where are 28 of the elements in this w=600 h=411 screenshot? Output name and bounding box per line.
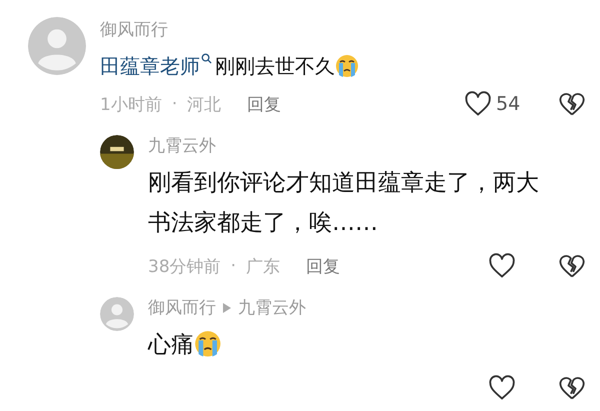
separator-dot: · bbox=[172, 94, 178, 114]
broken-heart-icon[interactable] bbox=[558, 252, 586, 280]
heart-icon[interactable] bbox=[488, 252, 516, 280]
comment-time: 38分钟前 bbox=[148, 256, 221, 278]
mention-link[interactable]: 田蕴章老师 bbox=[100, 54, 200, 78]
separator-dot: · bbox=[230, 256, 236, 276]
reply-link[interactable]: 回复 bbox=[247, 92, 282, 116]
user-name[interactable]: 御风而行 bbox=[148, 295, 216, 321]
broken-heart-icon[interactable] bbox=[558, 90, 586, 118]
heart-icon[interactable] bbox=[464, 90, 492, 118]
comment-time: 1小时前 bbox=[100, 94, 162, 116]
crying-face-icon bbox=[335, 54, 359, 78]
heart-icon[interactable] bbox=[488, 374, 516, 402]
broken-heart-icon[interactable] bbox=[558, 374, 586, 402]
play-arrow-icon bbox=[222, 302, 232, 314]
search-icon bbox=[201, 53, 212, 64]
comment-location: 广东 bbox=[246, 256, 280, 278]
comment-text: 心痛 bbox=[148, 332, 194, 358]
crying-face-icon bbox=[194, 330, 222, 358]
user-name[interactable]: 九霄云外 bbox=[148, 133, 216, 159]
comment-text: 刚刚去世不久 bbox=[215, 54, 335, 78]
user-name[interactable]: 御风而行 bbox=[100, 17, 168, 43]
avatar-photo[interactable] bbox=[100, 135, 134, 169]
reply-link[interactable]: 回复 bbox=[306, 254, 340, 278]
comment-text: 刚看到你评论才知道田蕴章走了，两大书法家都走了，唉…… bbox=[148, 170, 539, 236]
comment-location: 河北 bbox=[187, 94, 222, 116]
like-count: 54 bbox=[496, 93, 522, 115]
reply-target-name[interactable]: 九霄云外 bbox=[238, 295, 306, 321]
